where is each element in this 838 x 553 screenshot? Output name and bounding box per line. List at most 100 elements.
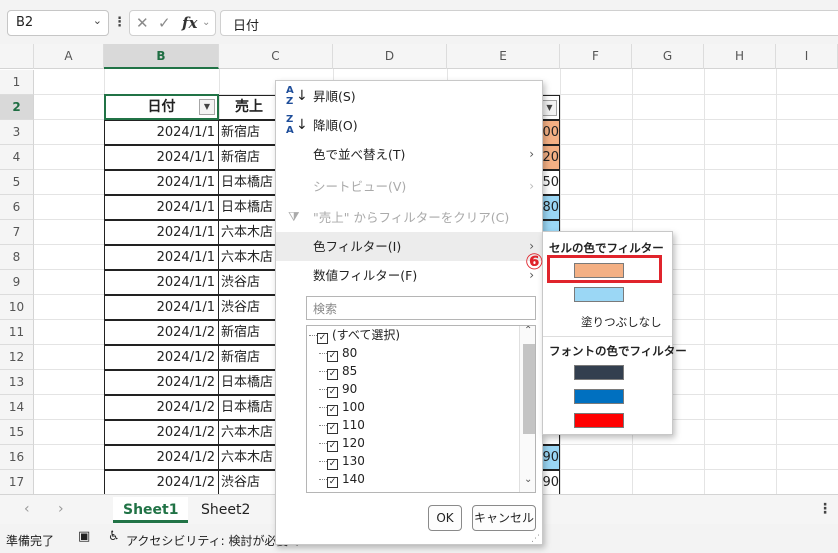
menu-item-sort-ascending[interactable]: A Z ↓ 昇順(S) — [276, 82, 542, 111]
date-cell[interactable]: 2024/1/2 — [104, 470, 219, 495]
row-header[interactable]: 15 — [0, 420, 34, 445]
store-cell[interactable]: 六本木店 — [219, 445, 279, 470]
date-cell[interactable]: 2024/1/1 — [104, 170, 219, 195]
scrollbar-thumb[interactable] — [523, 344, 535, 434]
date-cell[interactable]: 2024/1/1 — [104, 195, 219, 220]
checkbox[interactable]: ✓ — [327, 459, 338, 470]
cancel-icon[interactable]: ✕ — [136, 14, 149, 32]
date-cell[interactable]: 2024/1/2 — [104, 445, 219, 470]
row-header[interactable]: 13 — [0, 370, 34, 395]
sales-cell[interactable]: 00 — [540, 120, 560, 145]
value-list-item[interactable]: ✓ 80 — [319, 344, 357, 362]
date-cell[interactable]: 2024/1/2 — [104, 345, 219, 370]
store-cell[interactable]: 渋谷店 — [219, 470, 279, 495]
date-cell[interactable]: 2024/1/1 — [104, 145, 219, 170]
font-color-swatch[interactable] — [574, 365, 624, 380]
no-fill-option[interactable]: 塗りつぶしなし — [581, 314, 662, 330]
row-header[interactable]: 17 — [0, 470, 34, 495]
row-header[interactable]: 7 — [0, 220, 34, 245]
checkbox[interactable]: ✓ — [327, 405, 338, 416]
search-input[interactable]: 検索 — [306, 296, 536, 320]
formula-input[interactable]: 日付 — [220, 10, 838, 36]
chevron-down-icon[interactable]: ⌄ — [524, 474, 532, 485]
column-header[interactable]: G — [632, 44, 704, 69]
chevron-left-icon[interactable]: ‹ — [24, 501, 30, 517]
store-cell[interactable]: 六本木店 — [219, 245, 279, 270]
store-cell[interactable]: 日本橋店 — [219, 170, 279, 195]
date-cell[interactable]: 2024/1/1 — [104, 270, 219, 295]
row-header[interactable]: 6 — [0, 195, 34, 220]
store-cell[interactable]: 六本木店 — [219, 220, 279, 245]
cell-color-swatch[interactable] — [574, 287, 624, 302]
checkbox[interactable]: ✓ — [327, 477, 338, 488]
store-cell[interactable]: 新宿店 — [219, 345, 279, 370]
date-cell[interactable]: 2024/1/1 — [104, 120, 219, 145]
date-cell[interactable]: 2024/1/1 — [104, 220, 219, 245]
cancel-button[interactable]: キャンセル — [472, 505, 536, 531]
sales-cell[interactable]: 90 — [540, 445, 560, 470]
store-cell[interactable]: 日本橋店 — [219, 370, 279, 395]
sales-cell[interactable]: 50 — [540, 170, 560, 195]
row-header[interactable]: 11 — [0, 320, 34, 345]
more-icon[interactable]: ⋮ — [113, 10, 126, 36]
accessibility-icon[interactable]: ♿ — [108, 529, 120, 544]
date-cell[interactable]: 2024/1/1 — [104, 295, 219, 320]
header-cell-e[interactable]: ▼ — [540, 95, 560, 120]
checkbox[interactable]: ✓ — [327, 387, 338, 398]
store-cell[interactable]: 日本橋店 — [219, 195, 279, 220]
more-icon[interactable]: ⋮ — [818, 501, 832, 517]
column-header[interactable]: F — [560, 44, 632, 69]
scrollbar[interactable]: ⌃ ⌄ — [519, 326, 535, 492]
store-cell[interactable]: 日本橋店 — [219, 395, 279, 420]
row-header[interactable]: 8 — [0, 245, 34, 270]
resize-grip-icon[interactable]: ⋰ — [531, 534, 540, 544]
menu-item-sort-descending[interactable]: Z A ↓ 降順(O) — [276, 111, 542, 140]
checkbox[interactable]: ✓ — [327, 423, 338, 434]
date-cell[interactable]: 2024/1/2 — [104, 420, 219, 445]
menu-item-color-filter[interactable]: 色フィルター(I) › — [276, 232, 542, 261]
column-header[interactable]: D — [333, 44, 447, 69]
macro-record-icon[interactable]: ▣ — [78, 529, 90, 544]
column-header[interactable]: A — [34, 44, 104, 69]
chevron-up-icon[interactable]: ⌃ — [524, 326, 532, 336]
date-cell[interactable]: 2024/1/2 — [104, 395, 219, 420]
filter-dropdown-icon[interactable]: ▼ — [542, 100, 557, 116]
menu-item-sort-by-color[interactable]: 色で並べ替え(T) › — [276, 140, 542, 169]
chevron-down-icon[interactable]: ⌄ — [202, 17, 210, 28]
row-header[interactable]: 9 — [0, 270, 34, 295]
menu-item-number-filter[interactable]: 数値フィルター(F) › — [276, 261, 542, 290]
row-header[interactable]: 1 — [0, 70, 34, 95]
row-header[interactable]: 12 — [0, 345, 34, 370]
checkbox[interactable]: ✓ — [317, 333, 328, 344]
insert-function-icon[interactable]: fx — [182, 14, 197, 32]
store-cell[interactable]: 新宿店 — [219, 145, 279, 170]
checkbox[interactable]: ✓ — [327, 369, 338, 380]
checkbox[interactable]: ✓ — [327, 441, 338, 452]
value-list-item[interactable]: ✓ 130 — [319, 452, 365, 470]
date-cell[interactable]: 2024/1/2 — [104, 370, 219, 395]
header-cell-date[interactable]: 日付 ▼ — [104, 94, 219, 120]
store-cell[interactable]: 六本木店 — [219, 420, 279, 445]
value-list-item[interactable]: ✓ 110 — [319, 416, 365, 434]
checkbox[interactable]: ✓ — [327, 351, 338, 362]
header-cell-sales[interactable]: 売上 — [219, 95, 279, 120]
date-cell[interactable]: 2024/1/1 — [104, 245, 219, 270]
column-header[interactable]: E — [447, 44, 560, 69]
column-header[interactable]: H — [704, 44, 776, 69]
sales-cell[interactable]: 90 — [540, 470, 560, 495]
sales-cell[interactable]: 80 — [540, 195, 560, 220]
store-cell[interactable]: 新宿店 — [219, 320, 279, 345]
name-box[interactable]: B2 ⌄ — [7, 10, 109, 36]
column-header[interactable]: C — [219, 44, 333, 69]
value-list-item[interactable]: ✓ 140 — [319, 470, 365, 488]
tab-sheet2[interactable]: Sheet2 — [191, 497, 260, 523]
select-all-corner[interactable] — [0, 44, 34, 69]
value-list-item[interactable]: ✓ (すべて選択) — [309, 326, 400, 344]
value-list-item[interactable]: ✓ 85 — [319, 362, 357, 380]
row-header[interactable]: 14 — [0, 395, 34, 420]
value-list-item[interactable]: ✓ 120 — [319, 434, 365, 452]
row-header[interactable]: 16 — [0, 445, 34, 470]
font-color-swatch[interactable] — [574, 389, 624, 404]
store-cell[interactable]: 渋谷店 — [219, 270, 279, 295]
sales-cell[interactable]: 20 — [540, 145, 560, 170]
